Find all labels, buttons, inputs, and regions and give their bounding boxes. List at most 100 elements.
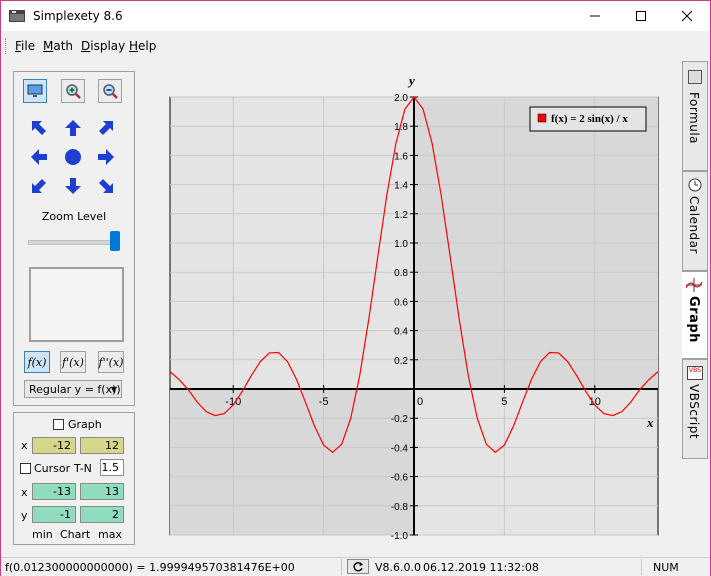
status-bar: f(0.012300000000000) = 1.999949570381476…: [1, 557, 710, 576]
status-datetime: 06.12.2019 11:32:08: [423, 561, 539, 574]
zoom-out-icon: [103, 84, 118, 99]
y-tick-label: -1.0: [391, 531, 409, 542]
menu-help[interactable]: Help: [129, 39, 156, 53]
chart-y-min-field[interactable]: -1: [32, 506, 76, 523]
side-tabs: Formula Calendar Graph VBS VBScript: [682, 61, 710, 561]
tab-formula[interactable]: Formula: [682, 61, 708, 171]
arrow-up-right-icon: [99, 121, 113, 135]
refresh-button[interactable]: [347, 559, 369, 574]
menu-display-accel: D: [81, 39, 91, 53]
mode-select[interactable]: Regular y = f(x)) ▼: [24, 380, 122, 398]
menu-display[interactable]: Display: [81, 39, 125, 53]
chevron-down-icon: ▼: [110, 385, 117, 394]
menu-file-label: ile: [21, 39, 36, 53]
zoom-in-button[interactable]: [61, 79, 85, 103]
graph-x-label: x: [21, 439, 28, 452]
script-icon: VBS: [687, 366, 703, 380]
pan-left-button[interactable]: [27, 145, 51, 169]
y-tick-label: 2.0: [394, 93, 408, 104]
arrow-up-icon: [65, 120, 81, 136]
pan-down-right-button[interactable]: [94, 174, 118, 198]
status-separator: [641, 559, 642, 575]
tab-graph[interactable]: Graph: [682, 271, 708, 359]
y-tick-label: 0.6: [394, 297, 408, 308]
arrow-right-icon: [98, 149, 114, 165]
app-window: Simplexety 8.6 File Math Display Help Zo…: [0, 0, 711, 576]
chart-y-max-field[interactable]: 2: [80, 506, 124, 523]
y-tick-label: -0.8: [391, 502, 409, 513]
formula-icon: [688, 70, 702, 84]
cursor-checkbox[interactable]: [20, 463, 31, 474]
y-tick-label: 0.2: [394, 356, 408, 367]
window-title: Simplexety 8.6: [33, 9, 123, 23]
chart-y-label: y: [21, 509, 28, 522]
chart-x-max-field[interactable]: 13: [80, 483, 124, 500]
legend-swatch: [537, 113, 547, 123]
y-axis-label: y: [407, 73, 415, 88]
y-tick-label: 0.8: [394, 268, 408, 279]
graph-x-max-field[interactable]: 12: [80, 437, 124, 454]
menu-bar: File Math Display Help: [1, 32, 710, 58]
tab-calendar[interactable]: Calendar: [682, 171, 708, 271]
graph-checkbox[interactable]: [53, 419, 64, 430]
chart-x-label: x: [21, 486, 28, 499]
tn-field[interactable]: 1.5: [100, 459, 124, 476]
close-button[interactable]: [664, 1, 710, 31]
zoom-slider-thumb[interactable]: [110, 231, 120, 251]
first-derivative-button[interactable]: f'(x): [60, 351, 86, 373]
graph-x-min-field[interactable]: -12: [32, 437, 76, 454]
center-button[interactable]: [61, 145, 85, 169]
arrow-up-left-icon: [32, 121, 46, 135]
x-axis-label: x: [646, 415, 654, 430]
menu-math-label: ath: [53, 39, 74, 53]
zoom-out-button[interactable]: [98, 79, 122, 103]
pan-up-button[interactable]: [61, 116, 85, 140]
second-derivative-button[interactable]: f''(x): [98, 351, 124, 373]
y-tick-label: 1.0: [394, 239, 408, 250]
tab-calendar-label: Calendar: [687, 196, 701, 254]
menu-math[interactable]: Math: [43, 39, 73, 53]
pan-right-button[interactable]: [94, 145, 118, 169]
menu-file[interactable]: File: [15, 39, 35, 53]
pan-down-left-button[interactable]: [27, 174, 51, 198]
pan-up-right-button[interactable]: [94, 116, 118, 140]
function-chart[interactable]: -10 -5 0 5 10-1.0-0.8-0.6-0.4-0.20.20.40.60.…: [143, 65, 681, 551]
menu-display-label: isplay: [90, 39, 126, 53]
cursor-label: Cursor: [34, 462, 71, 475]
graph-icon: [685, 278, 703, 295]
center-dot-icon: [65, 149, 81, 165]
arrow-down-icon: [65, 178, 81, 194]
pan-up-left-button[interactable]: [27, 116, 51, 140]
menu-grip: [5, 38, 8, 54]
legend-label: f(x) = 2 sin(x) / x: [551, 113, 628, 125]
tab-vbscript-label: VBScript: [687, 384, 701, 440]
arrow-down-right-icon: [99, 179, 113, 193]
shade-lower-left: [170, 389, 414, 535]
zoom-slider-track[interactable]: [28, 240, 120, 245]
chart-x-min-field[interactable]: -13: [32, 483, 76, 500]
tab-graph-label: Graph: [686, 296, 701, 343]
y-tick-label: -0.2: [391, 414, 409, 425]
status-version: V8.6.0.0: [375, 561, 422, 574]
graph-area: -10 -5 0 5 10 -1.0 -0.8 -0.6 -0.4 -0.2 0.2 0.4 0.6 0.…: [143, 65, 681, 551]
x-tick-label: -10: [225, 396, 241, 408]
view-all-button[interactable]: [23, 79, 47, 103]
x-tick-label: 0: [417, 396, 423, 408]
minimize-button[interactable]: [572, 1, 618, 31]
maximize-button[interactable]: [618, 1, 664, 31]
tab-vbscript[interactable]: VBS VBScript: [682, 359, 708, 459]
max-column-label: max: [98, 528, 122, 541]
minimize-icon: [590, 15, 600, 17]
pan-down-button[interactable]: [61, 174, 85, 198]
menu-help-accel: H: [129, 39, 139, 53]
graph-preview: [29, 267, 124, 342]
min-column-label: min: [32, 528, 53, 541]
tn-label: T-N: [74, 462, 92, 475]
close-icon: [681, 10, 693, 22]
y-tick-label: 1.4: [394, 181, 408, 192]
range-panel: Graph x -12 12 Cursor T-N 1.5 x -13 13 y…: [13, 412, 135, 545]
status-num: NUM: [653, 561, 679, 574]
y-tick-label: -0.6: [391, 473, 409, 484]
function-button[interactable]: f(x): [24, 351, 50, 373]
mode-select-value: Regular y = f(x)): [29, 383, 121, 396]
